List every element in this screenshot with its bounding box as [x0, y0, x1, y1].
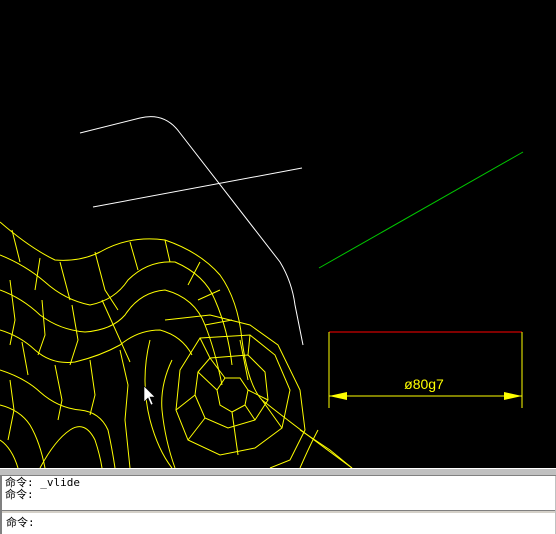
contour-lines[interactable]: [0, 221, 353, 468]
mouse-cursor-icon: [143, 385, 156, 406]
contour-ring-mid: [194, 354, 269, 429]
command-window[interactable]: 命令: _vlide 命令: 命令:: [0, 476, 556, 534]
dimension-text[interactable]: ø80g7: [404, 376, 444, 392]
contour-ring-inner: [216, 377, 249, 413]
dimension-arrow-right: [504, 392, 522, 400]
white-line[interactable]: [92, 167, 303, 208]
command-history: 命令: _vlide 命令:: [4, 477, 553, 510]
command-history-line: 命令:: [5, 488, 34, 501]
drawing-viewport[interactable]: ø80g7: [0, 0, 556, 468]
command-prompt: 命令:: [6, 516, 35, 529]
green-line[interactable]: [318, 151, 524, 269]
command-input[interactable]: 命令:: [4, 513, 553, 533]
contour-ring-outer: [175, 334, 291, 456]
drawing-canvas[interactable]: ø80g7: [0, 0, 556, 468]
command-splitter[interactable]: [0, 468, 556, 476]
contour-boundary: [0, 221, 353, 468]
command-history-line: 命令: _vlide: [5, 476, 80, 489]
dimension-arrow-left: [329, 392, 347, 400]
white-arc-polyline[interactable]: [79, 116, 304, 346]
